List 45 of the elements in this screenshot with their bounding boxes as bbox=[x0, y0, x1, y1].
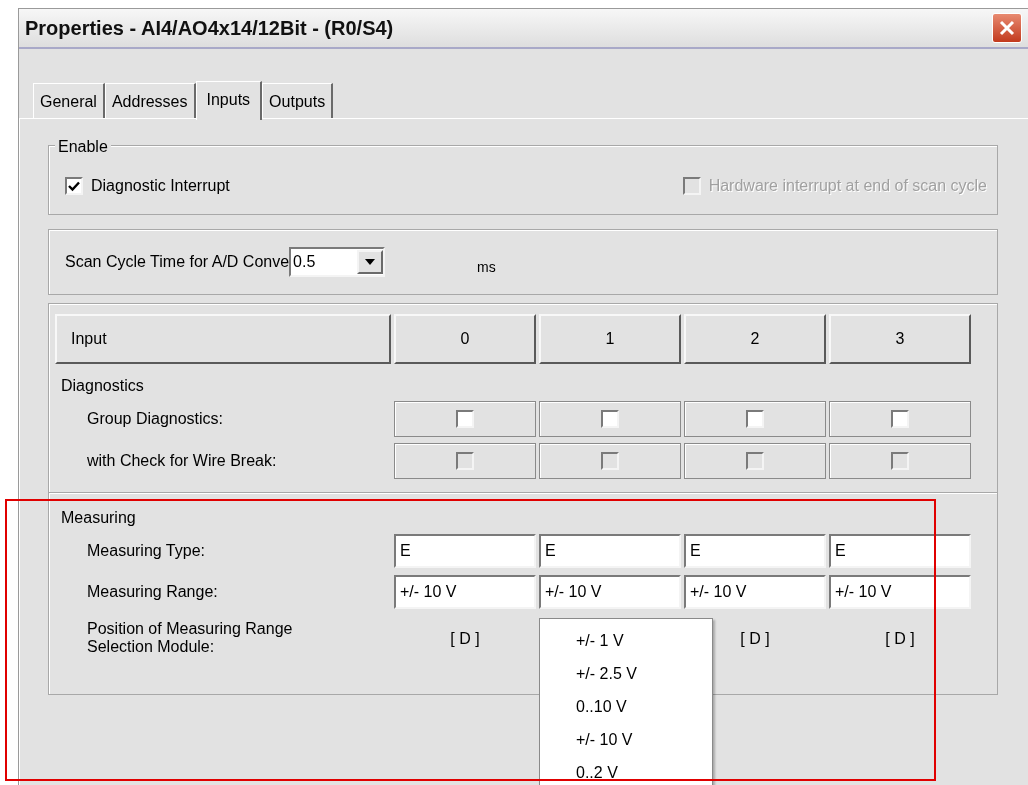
window-title: Properties - AI4/AO4x14/12Bit - (R0/S4) bbox=[25, 16, 394, 41]
row-label: Group Diagnostics: bbox=[86, 409, 225, 429]
column-header[interactable]: 0 bbox=[394, 314, 536, 364]
column-header[interactable]: 1 bbox=[539, 314, 681, 364]
close-icon bbox=[998, 19, 1016, 37]
section-title: Diagnostics bbox=[60, 376, 145, 396]
tab[interactable]: Addresses bbox=[104, 83, 196, 118]
input-field[interactable]: E bbox=[539, 534, 681, 568]
row-label: Measuring Type: bbox=[86, 540, 206, 561]
dropdown-item[interactable]: +/- 10 V bbox=[576, 724, 712, 757]
caret-icon bbox=[365, 259, 376, 265]
module-position: [ D ] bbox=[740, 629, 770, 650]
module-position: [ D ] bbox=[885, 629, 915, 650]
row-label: Measuring Range: bbox=[86, 581, 219, 602]
checkbox[interactable] bbox=[891, 410, 909, 428]
dropdown-item[interactable]: 0..2 V bbox=[576, 757, 712, 785]
check-icon bbox=[68, 180, 80, 192]
row-label: with Check for Wire Break: bbox=[86, 451, 278, 471]
input-field[interactable]: E bbox=[829, 534, 971, 568]
tab[interactable]: Outputs bbox=[262, 83, 334, 118]
scan-cycle-label: Scan Cycle Time for A/D Conve bbox=[65, 252, 290, 272]
input-field[interactable]: +/- 10 V bbox=[829, 575, 971, 609]
dropdown-item[interactable]: +/- 2.5 V bbox=[576, 658, 712, 691]
input-field[interactable]: +/- 10 V bbox=[394, 575, 536, 609]
section-title: Measuring bbox=[60, 508, 137, 528]
input-field[interactable]: +/- 10 V bbox=[539, 575, 681, 609]
input-field[interactable]: +/- 10 V bbox=[684, 575, 826, 609]
checkbox[interactable] bbox=[456, 410, 474, 428]
dropdown-item[interactable]: +/- 1 V bbox=[576, 625, 712, 658]
tab[interactable]: General bbox=[33, 83, 105, 118]
column-header[interactable]: 3 bbox=[829, 314, 971, 364]
scan-cycle-dropdown[interactable]: 0.5 bbox=[289, 247, 386, 277]
checkbox[interactable] bbox=[601, 410, 619, 428]
input-field[interactable]: E bbox=[684, 534, 826, 568]
tab[interactable]: Inputs bbox=[195, 81, 263, 120]
close-button[interactable] bbox=[992, 13, 1022, 43]
module-position: [ D ] bbox=[450, 629, 480, 650]
unit-label: ms bbox=[477, 257, 496, 277]
checkbox-option[interactable]: Diagnostic Interrupt bbox=[65, 174, 230, 198]
input-field[interactable]: E bbox=[394, 534, 536, 568]
column-header[interactable]: 2 bbox=[684, 314, 826, 364]
column-header[interactable]: Input bbox=[55, 314, 391, 364]
row-label: Position of Measuring Range Selection Module: bbox=[86, 619, 294, 657]
dropdown-item[interactable]: 0..10 V bbox=[576, 691, 712, 724]
checkbox[interactable] bbox=[746, 410, 764, 428]
